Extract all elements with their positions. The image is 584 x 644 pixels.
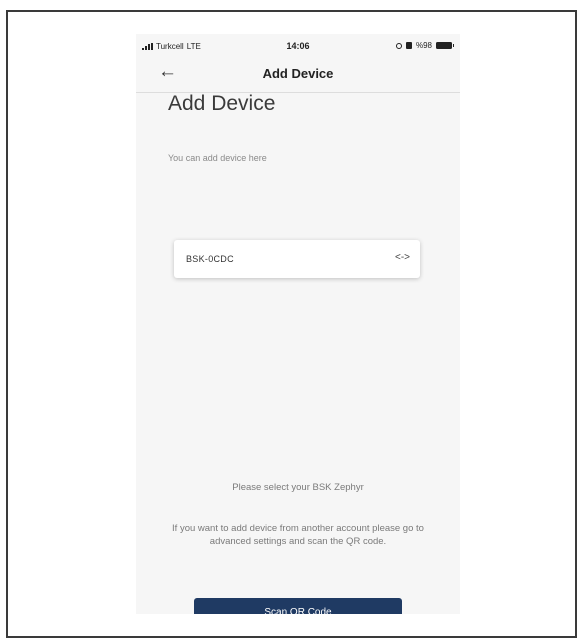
nav-title: Add Device (262, 66, 334, 81)
phone-screen: Turkcell LTE 14:06 %98 ← Add Device Add … (136, 34, 460, 614)
qr-hint-text: If you want to add device from another a… (172, 523, 424, 547)
scan-qr-code-button[interactable]: Scan QR Code (194, 598, 402, 614)
page-subtitle: You can add device here (168, 153, 267, 163)
select-prompt: Please select your BSK Zephyr (232, 482, 364, 493)
connect-arrows-icon: <-> (394, 252, 410, 263)
battery-percent: %98 (415, 41, 432, 50)
orientation-lock-icon (405, 42, 412, 49)
status-bar-right: %98 (395, 41, 454, 50)
alarm-icon (395, 42, 402, 49)
device-name: BSK-0CDC (186, 254, 234, 264)
navigation-bar: ← Add Device (136, 56, 460, 93)
device-list-item[interactable]: BSK-0CDC <-> (174, 240, 420, 278)
status-bar: Turkcell LTE 14:06 %98 (136, 34, 460, 56)
battery-icon (436, 42, 454, 49)
page-heading: Add Device (168, 92, 276, 115)
